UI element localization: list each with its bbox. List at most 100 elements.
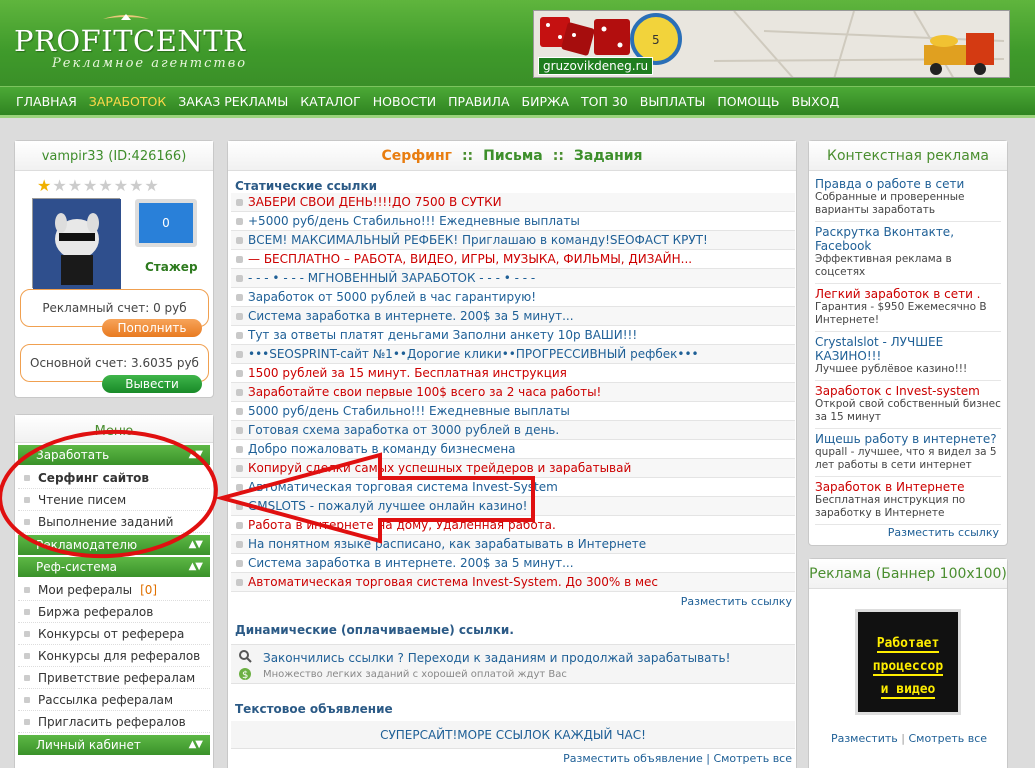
tab-tasks[interactable]: Задания: [574, 148, 643, 164]
place-ad-link[interactable]: Разместить объявление: [563, 752, 703, 765]
nav-item[interactable]: ВЫХОД: [792, 94, 840, 109]
menu-section-cabinet[interactable]: Личный кабинет ▲▼: [18, 735, 210, 755]
topup-button[interactable]: Пополнить: [102, 319, 202, 337]
place-link-button[interactable]: Разместить ссылку: [681, 595, 792, 608]
context-ad-title[interactable]: Заработок в Интернете: [815, 480, 1001, 494]
header-banner-ad[interactable]: 5 gruzovikdeneg.ru: [533, 10, 1010, 78]
user-panel-header: vampir33 (ID:426166): [15, 141, 213, 171]
menu-item[interactable]: Серфинг сайтов: [18, 467, 210, 489]
surf-link[interactable]: GMSLOTS - пожалуй лучшее онлайн казино!: [231, 497, 795, 516]
surf-link[interactable]: +5000 руб/день Стабильно!!! Ежедневные в…: [231, 212, 795, 231]
menu-item[interactable]: Мои рефералы [0]: [18, 579, 210, 601]
avatar-dog-image: [33, 199, 121, 289]
menu-item[interactable]: Биржа рефералов: [18, 601, 210, 623]
surf-link[interactable]: Заработок от 5000 рублей в час гарантиру…: [231, 288, 795, 307]
site-header: PROFITCENTR Рекламное агентство 5 gruzov…: [0, 0, 1035, 86]
menu-item[interactable]: Конкурсы от реферера: [18, 623, 210, 645]
nav-item[interactable]: ПРАВИЛА: [448, 94, 509, 109]
menu-section-earn[interactable]: Заработать ▲▼: [18, 445, 210, 465]
side-menu: Меню Заработать ▲▼ Серфинг сайтов Чтение п…: [14, 414, 214, 768]
surf-link[interactable]: На понятном языке расписано, как зарабат…: [231, 535, 795, 554]
surf-link[interactable]: ВСЕМ! МАКСИМАЛЬНЫЙ РЕФБЕК! Приглашаю в к…: [231, 231, 795, 250]
avatar[interactable]: [32, 198, 121, 289]
surf-link[interactable]: — БЕСПЛАТНО – РАБОТА, ВИДЕО, ИГРЫ, МУЗЫК…: [231, 250, 795, 269]
nav-item[interactable]: ЗАКАЗ РЕКЛАМЫ: [178, 94, 288, 109]
surf-link[interactable]: Автоматическая торговая система Invest-S…: [231, 478, 795, 497]
surf-link[interactable]: Система заработка в интернете. 200$ за 5…: [231, 554, 795, 573]
menu-item[interactable]: Чтение писем: [18, 489, 210, 511]
surf-link[interactable]: Автоматическая торговая система Invest-S…: [231, 573, 795, 592]
banner-ad-panel: Реклама (Баннер 100x100) Работает процес…: [808, 558, 1008, 768]
banner-see-all-link[interactable]: Смотреть все: [908, 732, 987, 745]
surf-link[interactable]: •••SEOSPRINT-сайт №1••Дорогие клики••ПРО…: [231, 345, 795, 364]
context-ad-title[interactable]: Легкий заработок в сети .: [815, 287, 1001, 301]
banner-line: Работает: [876, 636, 940, 653]
nav-item[interactable]: БИРЖА: [522, 94, 569, 109]
nav-item[interactable]: ВЫПЛАТЫ: [640, 94, 706, 109]
context-ad-desc: Собранные и проверенные варианты заработ…: [815, 191, 965, 216]
text-ad[interactable]: СУПЕРСАЙТ!МОРЕ ССЫЛОК КАЖДЫЙ ЧАС!: [231, 721, 795, 749]
star-icon: ★: [67, 176, 83, 195]
surf-link[interactable]: Заработайте свои первые 100$ всего за 2 …: [231, 383, 795, 402]
context-ad-title[interactable]: Заработок с Invest-system: [815, 384, 1001, 398]
surf-link[interactable]: Копируй сделки самых успешных трейдеров …: [231, 459, 795, 478]
collapse-arrows-icon: ▲▼: [188, 561, 203, 572]
nav-item[interactable]: ПОМОЩЬ: [717, 94, 779, 109]
nav-item[interactable]: ГЛАВНАЯ: [16, 94, 77, 109]
context-ad-title[interactable]: Правда о работе в сети: [815, 177, 1001, 191]
main-content: Серфинг:: Письма:: Задания Статические ссы…: [227, 140, 797, 768]
nav-item[interactable]: ТОП 30: [581, 94, 628, 109]
menu-section-advertiser[interactable]: Рекламодателю ▲▼: [18, 535, 210, 555]
site-logo[interactable]: PROFITCENTR: [14, 24, 245, 58]
menu-item[interactable]: Приветствие рефералам: [18, 667, 210, 689]
see-all-link[interactable]: Смотреть все: [713, 752, 792, 765]
surf-link[interactable]: - - - • - - - МГНОВЕННЫЙ ЗАРАБОТОК - - -…: [231, 269, 795, 288]
surf-link[interactable]: Тут за ответы платят деньгами Заполни ан…: [231, 326, 795, 345]
menu-item[interactable]: Рассылка рефералам: [18, 689, 210, 711]
menu-item[interactable]: Конкурсы для рефералов: [18, 645, 210, 667]
menu-item-label: Чтение писем: [38, 493, 127, 507]
user-panel: vampir33 (ID:426166) ★ ★ ★ ★ ★ ★ ★ ★ 0 Стажер Р…: [14, 140, 214, 398]
menu-section-label: Рекламодателю: [36, 538, 138, 552]
surf-link[interactable]: Добро пожаловать в команду бизнесмена: [231, 440, 795, 459]
surf-link[interactable]: Готовая схема заработка от 3000 рублей в…: [231, 421, 795, 440]
context-place-link[interactable]: Разместить ссылку: [888, 526, 999, 539]
surf-link[interactable]: 5000 руб/день Стабильно!!! Ежедневные вы…: [231, 402, 795, 421]
collapse-arrows-icon: ▲▼: [188, 539, 203, 550]
surf-link[interactable]: ЗАБЕРИ СВОИ ДЕНЬ!!!!ДО 7500 В СУТКИ: [231, 193, 795, 212]
collapse-arrows-icon: ▲▼: [188, 449, 203, 460]
context-ad-title[interactable]: Раскрутка Вконтакте, Facebook: [815, 225, 1001, 253]
dollar-icon: $: [239, 668, 251, 681]
surf-link[interactable]: Работа в интернете на дому, Удаленная ра…: [231, 516, 795, 535]
banner-100x100[interactable]: Работает процессор и видео: [855, 609, 961, 715]
context-ad-title[interactable]: Crystalslot - ЛУЧШЕЕ КАЗИНО!!!: [815, 335, 1001, 363]
star-icon: ★: [98, 176, 113, 195]
referral-count: [0]: [140, 583, 158, 597]
main-account-balance: Основной счет: 3.6035 руб: [30, 356, 199, 370]
menu-section-ref[interactable]: Реф-система ▲▼: [18, 557, 210, 577]
menu-section-label: Реф-система: [36, 560, 117, 574]
main-tabs: Серфинг:: Письма:: Задания: [228, 141, 796, 171]
dynamic-links-sub: Множество легких заданий с хорошей оплат…: [263, 669, 567, 680]
username[interactable]: vampir33: [42, 149, 104, 164]
withdraw-button[interactable]: Вывести: [102, 375, 202, 393]
dynamic-links-message[interactable]: Закончились ссылки ? Переходи к заданиям…: [263, 651, 730, 665]
nav-item[interactable]: ЗАРАБОТОК: [89, 94, 166, 109]
surf-link[interactable]: Система заработка в интернете. 200$ за 5…: [231, 307, 795, 326]
context-ad-item: Заработок с Invest-system Открой свой соб…: [815, 381, 1001, 429]
nav-item[interactable]: КАТАЛОГ: [300, 94, 360, 109]
context-ad-item: Легкий заработок в сети . Гарантия - $950…: [815, 284, 1001, 332]
tab-separator: ::: [552, 148, 564, 164]
surf-link[interactable]: 1500 рублей за 15 минут. Бесплатная инст…: [231, 364, 795, 383]
tab-letters[interactable]: Письма: [483, 148, 543, 164]
context-ad-item: Правда о работе в сети Собранные и провер…: [815, 174, 1001, 222]
context-ad-title[interactable]: Ищешь работу в интернете?: [815, 432, 1001, 446]
menu-item[interactable]: Пригласить рефералов: [18, 711, 210, 733]
menu-item-label: Мои рефералы: [38, 583, 133, 597]
tab-separator: ::: [461, 148, 474, 164]
banner-place-link[interactable]: Разместить: [831, 732, 898, 745]
menu-item[interactable]: Выполнение заданий: [18, 511, 210, 533]
tab-surfing[interactable]: Серфинг: [381, 148, 451, 164]
context-ad-desc: Открой свой собственный бизнес за 15 мин…: [815, 398, 1001, 423]
nav-item[interactable]: НОВОСТИ: [373, 94, 436, 109]
